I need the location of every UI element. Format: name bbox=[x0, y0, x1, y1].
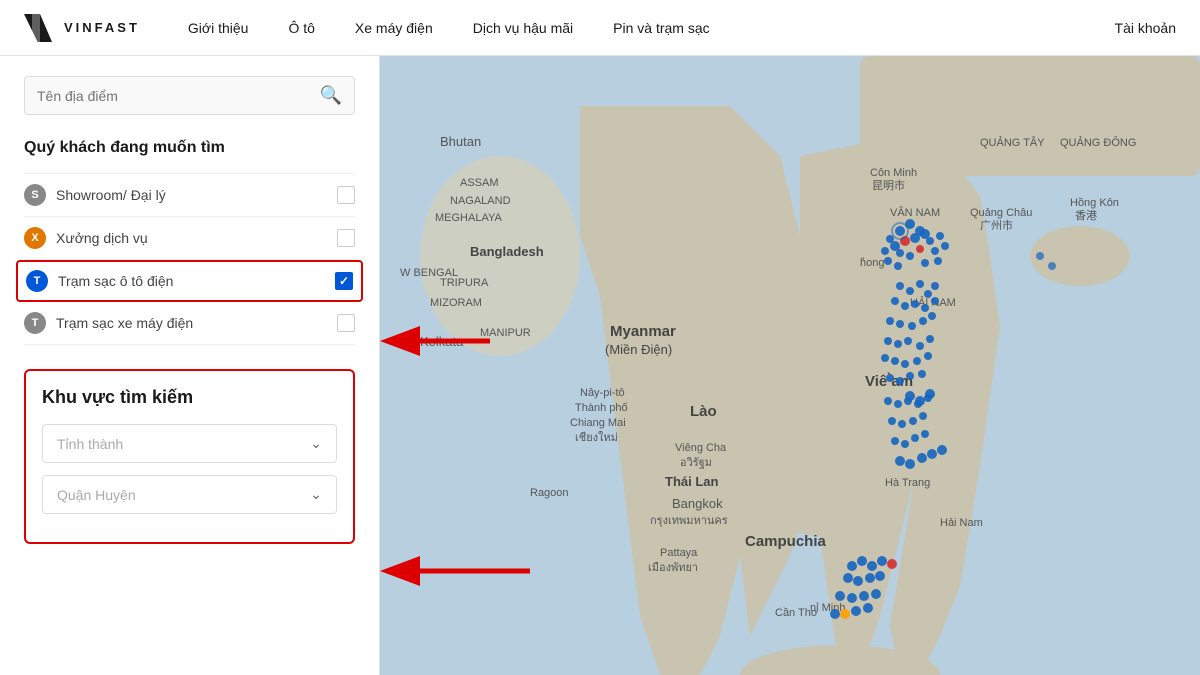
svg-text:广州市: 广州市 bbox=[980, 218, 1013, 232]
showroom-checkbox[interactable] bbox=[337, 186, 355, 204]
svg-text:MEGHALAYA: MEGHALAYA bbox=[435, 212, 502, 224]
nav-xe-may-dien[interactable]: Xe máy điện bbox=[355, 20, 433, 36]
svg-text:Hà Trang: Hà Trang bbox=[885, 477, 930, 489]
region-title: Khu vực tìm kiếm bbox=[42, 387, 337, 408]
svg-text:Thành phố: Thành phố bbox=[575, 402, 628, 414]
district-chevron-icon: ⌄ bbox=[310, 486, 322, 503]
svg-text:QUẢNG ĐÔNG: QUẢNG ĐÔNG bbox=[1060, 136, 1136, 149]
showroom-icon: S bbox=[24, 184, 46, 206]
filter-tram-sac-oto-label: Trạm sạc ô tô điện bbox=[58, 273, 335, 289]
nav-dich-vu-hau-mai[interactable]: Dịch vụ hậu mãi bbox=[473, 20, 573, 36]
region-section: Khu vực tìm kiếm Tỉnh thành ⌄ Quận Huyện… bbox=[24, 369, 355, 544]
filter-options: S Showroom/ Đại lý X Xưởng dịch vụ T Trạ… bbox=[24, 173, 355, 345]
search-input[interactable] bbox=[37, 88, 320, 104]
header: VINFAST Giới thiệu Ô tô Xe máy điện Dịch… bbox=[0, 0, 1200, 56]
logo[interactable]: VINFAST bbox=[24, 14, 140, 42]
nav-pin-va-tram-sac[interactable]: Pin và trạm sạc bbox=[613, 20, 709, 36]
svg-text:Bangkok: Bangkok bbox=[672, 496, 723, 511]
main-nav: Giới thiệu Ô tô Xe máy điện Dịch vụ hậu … bbox=[188, 20, 1115, 36]
svg-text:Myanmar: Myanmar bbox=[610, 323, 676, 340]
svg-text:Pattaya: Pattaya bbox=[660, 547, 698, 559]
filter-xuong: X Xưởng dịch vụ bbox=[24, 217, 355, 260]
map-area[interactable]: Bhutan ASSAM NAGALAND MEGHALAYA Banglade… bbox=[380, 56, 1200, 675]
svg-text:MIZORAM: MIZORAM bbox=[430, 297, 482, 309]
sidebar: 🔍 Quý khách đang muốn tìm S Showroom/ Đạ… bbox=[0, 56, 380, 675]
svg-text:Thái Lan: Thái Lan bbox=[665, 474, 719, 489]
svg-text:อวิรัฐม: อวิรัฐม bbox=[680, 457, 712, 469]
xuong-icon: X bbox=[24, 227, 46, 249]
logo-text: VINFAST bbox=[64, 20, 140, 35]
svg-text:Quảng Châu: Quảng Châu bbox=[970, 207, 1032, 219]
filter-section-title: Quý khách đang muốn tìm bbox=[24, 139, 355, 157]
svg-text:เชียงใหม่: เชียงใหม่ bbox=[575, 431, 618, 444]
svg-text:Lào: Lào bbox=[690, 403, 717, 420]
tram-sac-xemay-checkbox[interactable] bbox=[337, 314, 355, 332]
svg-text:NAGALAND: NAGALAND bbox=[450, 195, 511, 207]
account-button[interactable]: Tài khoản bbox=[1115, 20, 1176, 36]
filter-tram-sac-xemay-label: Trạm sạc xe máy điện bbox=[56, 315, 337, 331]
province-chevron-icon: ⌄ bbox=[310, 435, 322, 452]
svg-text:Campuchia: Campuchia bbox=[745, 533, 827, 550]
tram-sac-xemay-icon: T bbox=[24, 312, 46, 334]
map-svg: Bhutan ASSAM NAGALAND MEGHALAYA Banglade… bbox=[380, 56, 1200, 675]
svg-text:(Miền Điện): (Miền Điện) bbox=[605, 342, 672, 357]
svg-text:MANIPUR: MANIPUR bbox=[480, 327, 531, 339]
tram-sac-oto-checkbox[interactable] bbox=[335, 272, 353, 290]
nav-gioi-thieu[interactable]: Giới thiệu bbox=[188, 20, 249, 36]
svg-text:h̉ong: h̉ong bbox=[860, 257, 884, 269]
svg-text:Kolkata: Kolkata bbox=[420, 334, 464, 349]
svg-text:Chiang Mai: Chiang Mai bbox=[570, 417, 626, 429]
svg-text:Ragoon: Ragoon bbox=[530, 487, 569, 499]
province-label: Tỉnh thành bbox=[57, 436, 123, 452]
district-dropdown[interactable]: Quận Huyện ⌄ bbox=[42, 475, 337, 514]
svg-text:W BENGAL: W BENGAL bbox=[400, 267, 458, 279]
district-label: Quận Huyện bbox=[57, 487, 136, 503]
svg-text:Hải Nam: Hải Nam bbox=[940, 517, 983, 529]
svg-text:เมืองพัทยา: เมืองพัทยา bbox=[648, 561, 698, 574]
svg-text:Côn Minh: Côn Minh bbox=[870, 167, 917, 179]
svg-text:Bangladesh: Bangladesh bbox=[470, 244, 544, 259]
svg-text:昆明市: 昆明市 bbox=[872, 178, 905, 192]
search-icon[interactable]: 🔍 bbox=[320, 85, 342, 106]
svg-text:Viêng Cha: Viêng Cha bbox=[675, 442, 727, 454]
svg-text:Bhutan: Bhutan bbox=[440, 134, 481, 149]
svg-text:กรุงเทพมหานคร: กรุงเทพมหานคร bbox=[650, 515, 728, 527]
svg-text:香港: 香港 bbox=[1075, 209, 1097, 222]
svg-text:nỉ Minh: nỉ Minh bbox=[810, 602, 845, 614]
filter-tram-sac-xemay: T Trạm sạc xe máy điện bbox=[24, 302, 355, 345]
svg-text:VÂN NAM: VÂN NAM bbox=[890, 206, 940, 219]
filter-tram-sac-oto: T Trạm sạc ô tô điện bbox=[16, 260, 363, 302]
province-dropdown[interactable]: Tỉnh thành ⌄ bbox=[42, 424, 337, 463]
svg-text:ASSAM: ASSAM bbox=[460, 177, 499, 189]
search-box[interactable]: 🔍 bbox=[24, 76, 355, 115]
filter-xuong-label: Xưởng dịch vụ bbox=[56, 230, 337, 246]
tram-sac-oto-icon: T bbox=[26, 270, 48, 292]
svg-text:QUẢNG TÂY: QUẢNG TÂY bbox=[980, 136, 1045, 149]
nav-o-to[interactable]: Ô tô bbox=[288, 20, 314, 36]
xuong-checkbox[interactable] bbox=[337, 229, 355, 247]
vinfast-logo-icon bbox=[24, 14, 56, 42]
filter-showroom: S Showroom/ Đại lý bbox=[24, 173, 355, 217]
filter-showroom-label: Showroom/ Đại lý bbox=[56, 187, 337, 203]
svg-text:Nây-pi-tô: Nây-pi-tô bbox=[580, 387, 625, 399]
svg-text:Hồng Kôn: Hồng Kôn bbox=[1070, 197, 1119, 209]
